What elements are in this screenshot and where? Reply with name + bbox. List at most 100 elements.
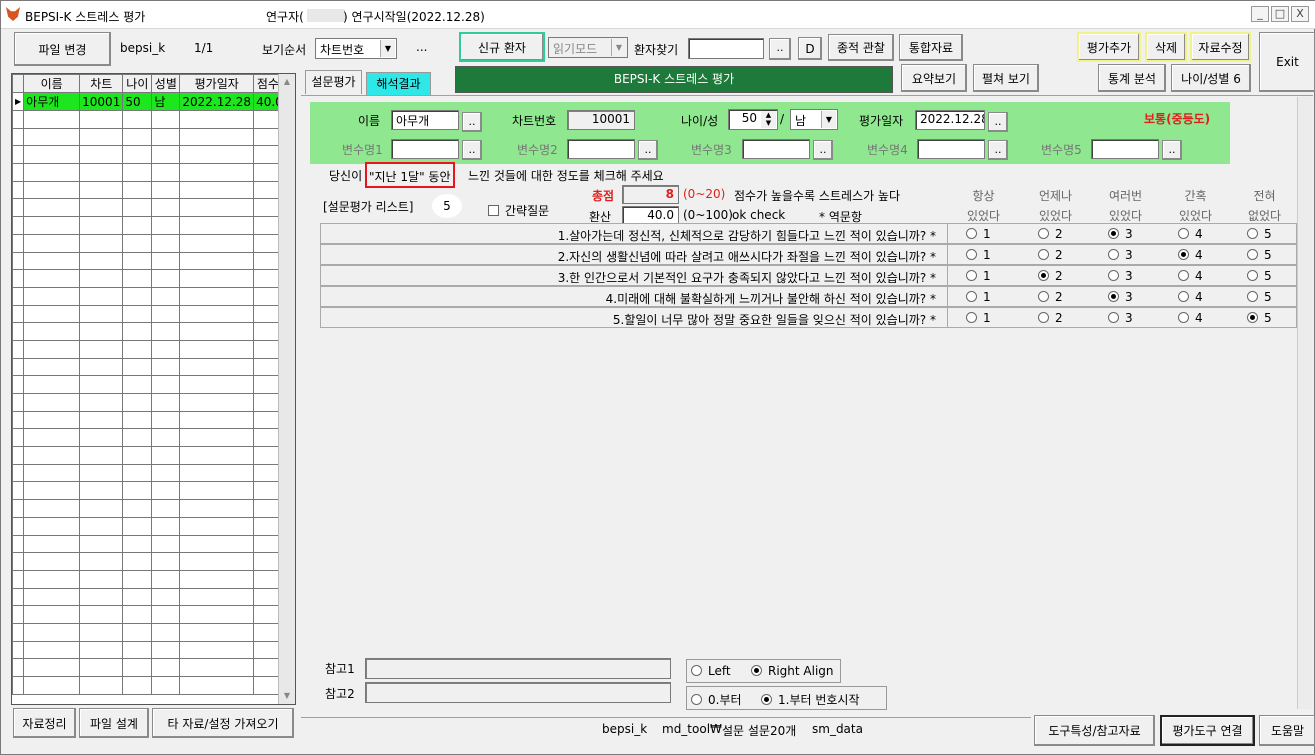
summary-view-button[interactable]: 요약보기	[901, 64, 967, 92]
tool-link-button[interactable]: 평가도구 연결	[1160, 715, 1255, 746]
table-row-empty[interactable]	[12, 251, 295, 271]
answer-radio-2[interactable]: 2	[1038, 269, 1063, 283]
radio-icon[interactable]	[1108, 249, 1119, 260]
file-design-button[interactable]: 파일 설계	[79, 708, 149, 738]
table-row-empty[interactable]	[12, 552, 295, 571]
radio-icon[interactable]	[1038, 312, 1049, 323]
right-scrollbar[interactable]	[1297, 97, 1313, 709]
radio-icon[interactable]	[1108, 228, 1119, 239]
radio-icon[interactable]	[966, 312, 977, 323]
var4-field[interactable]	[917, 139, 985, 159]
answer-radio-5[interactable]: 5	[1247, 269, 1272, 283]
table-row-empty[interactable]	[12, 534, 295, 554]
date-field[interactable]: 2022.12.28	[915, 110, 985, 130]
answer-radio-1[interactable]: 1	[966, 227, 991, 241]
answer-radio-4[interactable]: 4	[1178, 290, 1203, 304]
answer-radio-1[interactable]: 1	[966, 311, 991, 325]
table-row-empty[interactable]	[12, 110, 295, 129]
cell-sex[interactable]: 남	[151, 92, 181, 111]
eval-add-button[interactable]: 평가추가	[1077, 32, 1141, 62]
table-row-empty[interactable]	[12, 516, 295, 536]
table-row-empty[interactable]	[12, 640, 295, 660]
ref1-field[interactable]	[365, 658, 671, 679]
chart-field[interactable]: 10001	[567, 110, 635, 130]
table-row-empty[interactable]	[12, 605, 295, 624]
radio-icon[interactable]	[1247, 249, 1258, 260]
find-patient-dots-button[interactable]: ..	[769, 38, 791, 60]
answer-radio-4[interactable]: 4	[1178, 311, 1203, 325]
close-button[interactable]: X	[1291, 6, 1309, 22]
var1-dots-button[interactable]: ..	[462, 140, 482, 160]
align-right-radio[interactable]: Right Align	[751, 664, 834, 678]
var3-field[interactable]	[742, 139, 810, 159]
col-date[interactable]: 평가일자	[179, 74, 255, 93]
answer-radio-3[interactable]: 3	[1108, 269, 1133, 283]
radio-icon[interactable]	[1247, 270, 1258, 281]
radio-icon[interactable]	[1038, 270, 1049, 281]
exit-button[interactable]: Exit	[1259, 32, 1315, 92]
grid-scrollbar[interactable]: ▲ ▼	[278, 74, 295, 704]
col-sex[interactable]: 성별	[151, 74, 181, 93]
table-row-empty[interactable]	[12, 180, 295, 200]
table-row-empty[interactable]	[12, 587, 295, 607]
answer-radio-2[interactable]: 2	[1038, 290, 1063, 304]
answer-radio-4[interactable]: 4	[1178, 248, 1203, 262]
radio-icon[interactable]	[1178, 291, 1189, 302]
radio-icon[interactable]	[1038, 291, 1049, 302]
radio-icon[interactable]	[1108, 291, 1119, 302]
new-patient-button[interactable]: 신규 환자	[459, 32, 545, 62]
start-zero-radio[interactable]: 0.부터	[691, 691, 742, 708]
table-row-empty[interactable]	[12, 499, 295, 518]
expand-view-button[interactable]: 펼쳐 보기	[973, 64, 1039, 92]
spinner-icon[interactable]: ▲ ▼	[761, 111, 776, 128]
short-question-checkbox[interactable]: 간략질문	[488, 202, 549, 219]
table-row-empty[interactable]	[12, 569, 295, 589]
longitudinal-button[interactable]: 종적 관찰	[828, 34, 894, 61]
answer-radio-5[interactable]: 5	[1247, 248, 1272, 262]
tab-survey[interactable]: 설문평가	[305, 70, 362, 94]
scroll-up-icon[interactable]: ▲	[279, 74, 295, 90]
name-dots-button[interactable]: ..	[462, 112, 482, 132]
table-row-empty[interactable]	[12, 622, 295, 642]
answer-radio-5[interactable]: 5	[1247, 290, 1272, 304]
answer-radio-1[interactable]: 1	[966, 290, 991, 304]
table-row-empty[interactable]	[12, 375, 295, 394]
delete-button[interactable]: 삭제	[1145, 32, 1187, 62]
cell-date[interactable]: 2022.12.28	[179, 92, 255, 111]
radio-icon[interactable]	[1038, 249, 1049, 260]
cell-chart[interactable]: 10001	[79, 92, 124, 111]
answer-radio-2[interactable]: 2	[1038, 227, 1063, 241]
table-row-empty[interactable]	[12, 676, 295, 695]
integrated-data-button[interactable]: 통합자료	[899, 34, 963, 61]
data-edit-button[interactable]: 자료수정	[1190, 32, 1251, 62]
answer-radio-4[interactable]: 4	[1178, 227, 1203, 241]
answer-radio-3[interactable]: 3	[1108, 290, 1133, 304]
answer-radio-1[interactable]: 1	[966, 248, 991, 262]
answer-radio-3[interactable]: 3	[1108, 248, 1133, 262]
var5-field[interactable]	[1091, 139, 1159, 159]
ref2-field[interactable]	[365, 682, 671, 703]
answer-radio-2[interactable]: 2	[1038, 248, 1063, 262]
col-chart[interactable]: 차트	[79, 74, 124, 93]
table-row[interactable]: ▶ 아무개 10001 50 남 2022.12.28 40.0	[12, 92, 295, 111]
radio-icon[interactable]	[1178, 312, 1189, 323]
table-row-empty[interactable]	[12, 216, 295, 235]
import-data-button[interactable]: 타 자료/설정 가져오기	[152, 708, 294, 738]
align-left-radio[interactable]: Left	[691, 664, 731, 678]
table-row-empty[interactable]	[12, 410, 295, 430]
organize-data-button[interactable]: 자료정리	[13, 708, 76, 738]
tab-interpretation[interactable]: 해석결과	[366, 72, 431, 96]
table-row-empty[interactable]	[12, 357, 295, 377]
find-patient-input[interactable]	[688, 38, 764, 59]
answer-radio-4[interactable]: 4	[1178, 269, 1203, 283]
answer-radio-3[interactable]: 3	[1108, 311, 1133, 325]
answer-radio-3[interactable]: 3	[1108, 227, 1133, 241]
name-field[interactable]: 아무개	[391, 110, 459, 130]
radio-icon[interactable]	[966, 228, 977, 239]
radio-icon[interactable]	[1108, 270, 1119, 281]
age-spinner[interactable]: 50 ▲ ▼	[728, 109, 778, 130]
radio-icon[interactable]	[1178, 270, 1189, 281]
radio-icon[interactable]	[1108, 312, 1119, 323]
answer-radio-5[interactable]: 5	[1247, 311, 1272, 325]
table-row-empty[interactable]	[12, 463, 295, 483]
